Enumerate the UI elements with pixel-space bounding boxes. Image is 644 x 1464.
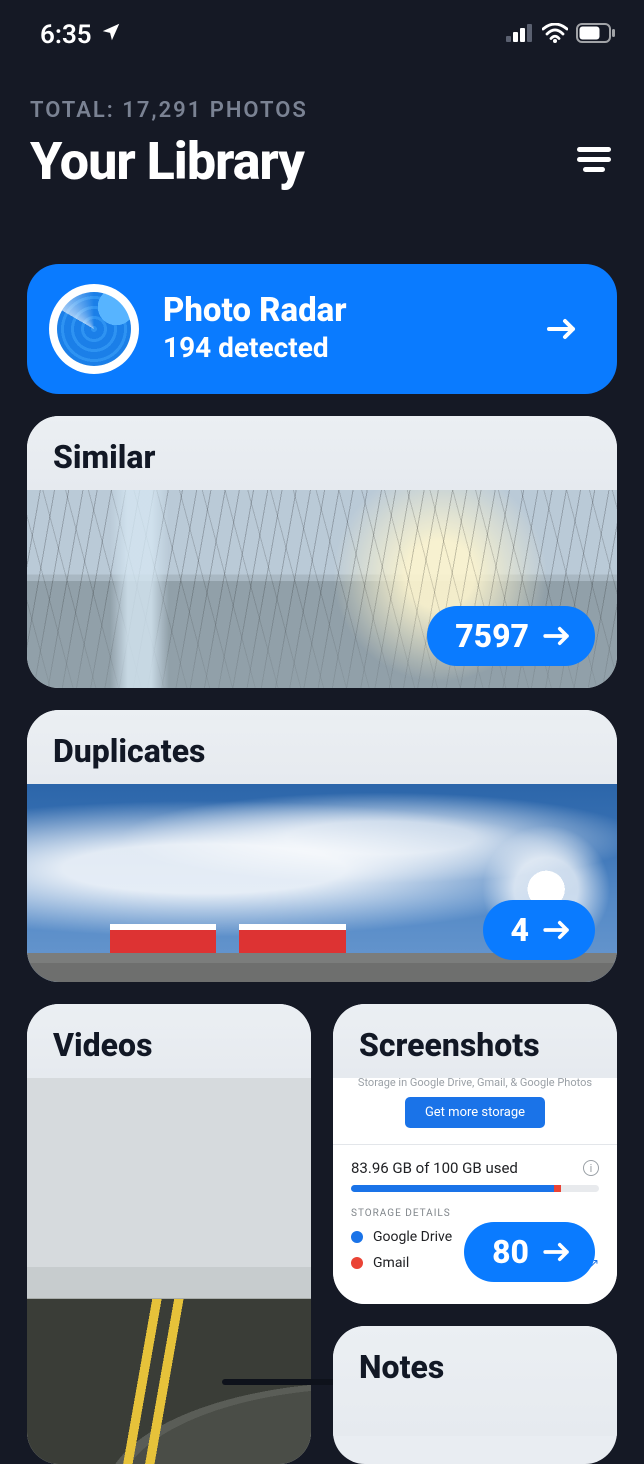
videos-card[interactable]: Videos: [27, 1004, 311, 1464]
screenshot-preview-bar: [351, 1185, 599, 1192]
arrow-right-icon: [547, 318, 577, 340]
notes-card[interactable]: Notes: [333, 1326, 617, 1464]
menu-icon: [577, 147, 611, 177]
screenshot-preview-details-label: STORAGE DETAILS: [351, 1208, 599, 1219]
screenshot-preview-used: 83.96 GB of 100 GB used: [351, 1159, 518, 1177]
screenshot-preview-item1: Google Drive: [373, 1229, 452, 1245]
duplicates-card[interactable]: Duplicates 4: [27, 710, 617, 982]
battery-icon: [576, 23, 616, 47]
screenshot-preview-cta: Get more storage: [405, 1097, 545, 1128]
screenshots-count: 80: [492, 1233, 529, 1271]
status-time: 6:35: [40, 20, 92, 50]
duplicates-title: Duplicates: [27, 710, 617, 784]
location-icon: [100, 20, 122, 50]
duplicates-count-pill[interactable]: 4: [483, 900, 595, 960]
screenshots-card[interactable]: Screenshots Storage in Google Drive, Gma…: [333, 1004, 617, 1304]
arrow-right-icon: [543, 1242, 571, 1262]
wifi-icon: [542, 23, 568, 47]
page-header: TOTAL: 17,291 PHOTOS Your Library: [30, 98, 614, 192]
similar-count: 7597: [455, 617, 529, 655]
similar-card[interactable]: Similar 7597: [27, 416, 617, 688]
screenshots-title: Screenshots: [333, 1004, 617, 1078]
similar-count-pill[interactable]: 7597: [427, 606, 595, 666]
similar-title: Similar: [27, 416, 617, 490]
videos-thumbnail: [27, 1070, 311, 1464]
arrow-right-icon: [543, 626, 571, 646]
duplicates-count: 4: [511, 911, 529, 949]
photo-radar-card[interactable]: Photo Radar 194 detected: [27, 264, 617, 394]
screenshots-count-pill[interactable]: 80: [464, 1222, 595, 1282]
status-bar: 6:35: [0, 0, 644, 70]
menu-button[interactable]: [574, 142, 614, 182]
total-count-label: TOTAL: 17,291 PHOTOS: [30, 98, 614, 123]
notes-title: Notes: [333, 1326, 617, 1436]
cellular-icon: [506, 24, 534, 46]
radar-icon: [49, 284, 139, 374]
arrow-right-icon: [543, 920, 571, 940]
radar-title: Photo Radar: [163, 294, 347, 329]
page-title: Your Library: [30, 131, 304, 192]
videos-title: Videos: [27, 1004, 311, 1078]
radar-subtitle: 194 detected: [163, 331, 347, 364]
screenshot-preview-item2: Gmail: [373, 1255, 409, 1271]
info-icon: i: [583, 1160, 599, 1176]
